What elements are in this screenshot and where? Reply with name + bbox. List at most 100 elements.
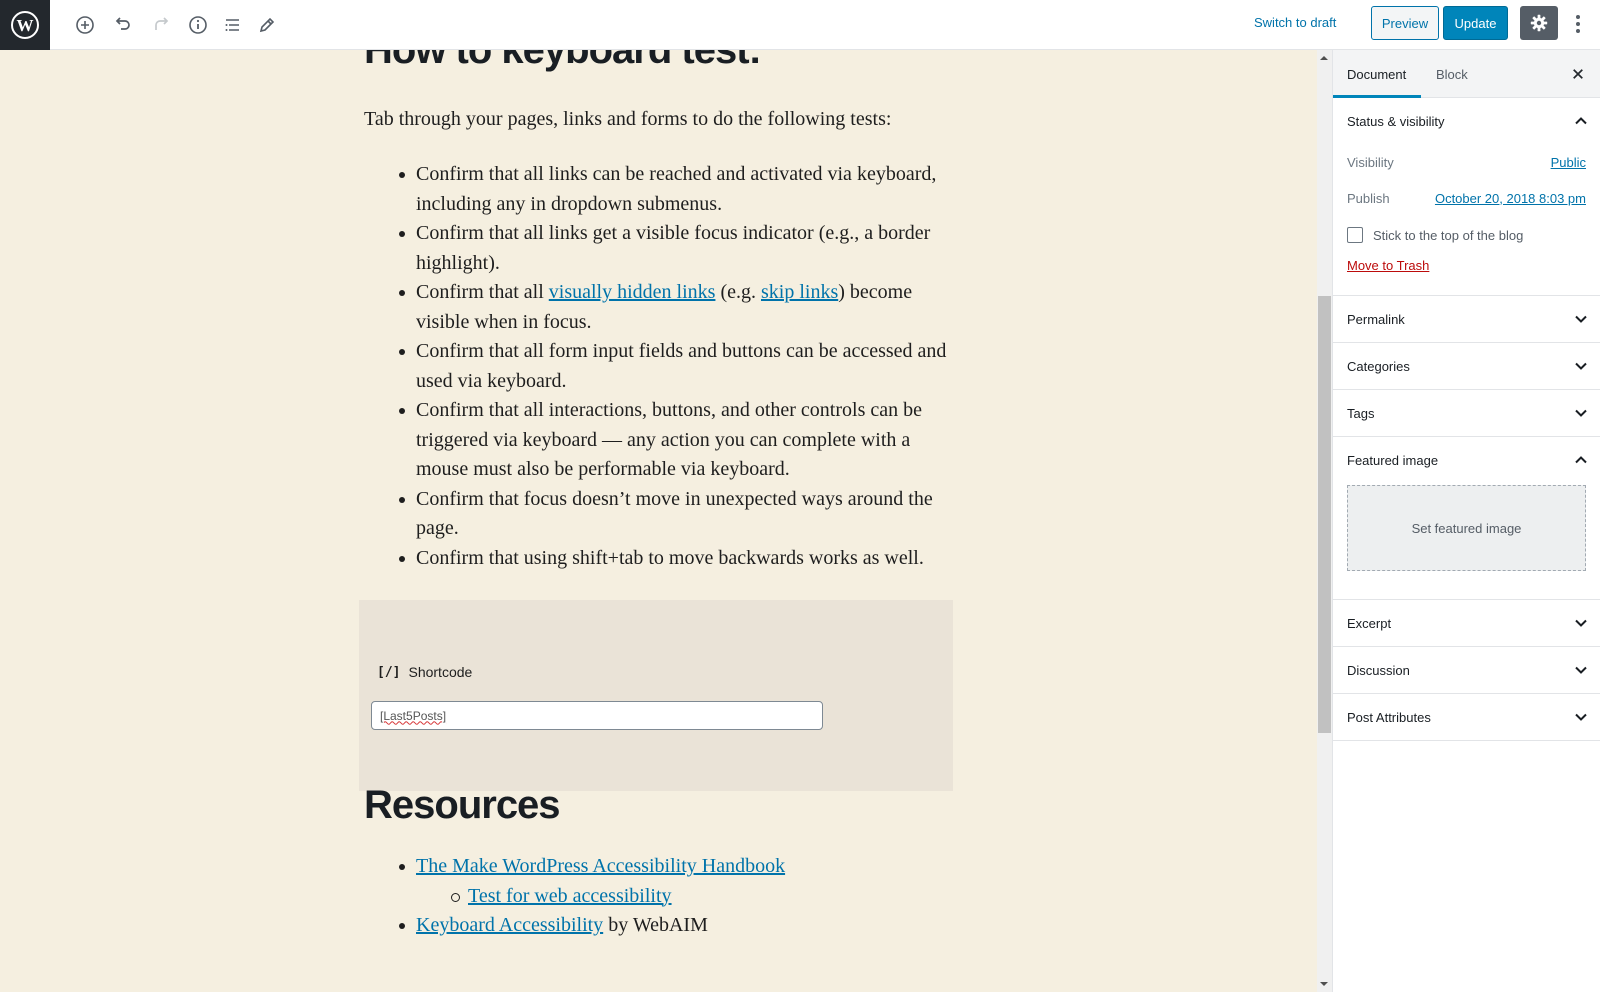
wordpress-logo-button[interactable]: W	[0, 0, 50, 50]
tab-document[interactable]: Document	[1347, 50, 1406, 98]
panel-title: Discussion	[1347, 662, 1410, 678]
shortcode-title: Shortcode	[408, 664, 473, 680]
list-item: Confirm that all visually hidden links (…	[399, 278, 961, 337]
visually-hidden-links-link[interactable]: visually hidden links	[549, 281, 716, 303]
shortcode-value: [Last5Posts]	[380, 708, 447, 723]
publish-date-link[interactable]: October 20, 2018 8:03 pm	[1435, 191, 1586, 206]
wordpress-logo-icon: W	[11, 11, 39, 39]
add-block-button[interactable]	[70, 10, 100, 40]
test-web-accessibility-link[interactable]: Test for web accessibility	[468, 885, 672, 907]
sidebar-tabs: Document Block	[1333, 50, 1600, 98]
keyboard-accessibility-link[interactable]: Keyboard Accessibility	[416, 914, 603, 936]
close-sidebar-button[interactable]	[1568, 64, 1588, 84]
list-item: Confirm that all links get a visible foc…	[399, 219, 961, 278]
panel-title: Permalink	[1347, 311, 1405, 327]
list-item-text: by WebAIM	[603, 914, 708, 936]
switch-to-draft-button[interactable]: Switch to draft	[1254, 15, 1336, 30]
panel-categories: Categories	[1333, 343, 1600, 390]
list-item: Confirm that using shift+tab to move bac…	[399, 544, 961, 574]
panel-featured-image: Featured image Set featured image	[1333, 437, 1600, 600]
shortcode-input[interactable]: [Last5Posts]	[371, 701, 823, 730]
panel-toggle-excerpt[interactable]: Excerpt	[1333, 600, 1600, 646]
editor-scrollbar[interactable]	[1317, 50, 1332, 992]
chevron-down-icon	[1575, 619, 1587, 627]
preview-button[interactable]: Preview	[1371, 6, 1439, 40]
panel-toggle-categories[interactable]: Categories	[1333, 343, 1600, 389]
panel-title: Excerpt	[1347, 615, 1392, 631]
redo-icon	[155, 17, 169, 30]
settings-sidebar: Document Block Status & visibility Visib…	[1332, 50, 1600, 992]
scroll-up-arrow-icon[interactable]	[1320, 56, 1328, 60]
block-navigation-button[interactable]	[218, 10, 248, 40]
shortcode-block[interactable]: [/] Shortcode [Last5Posts]	[359, 600, 953, 791]
heading-block[interactable]: How to keyboard test:	[364, 50, 762, 73]
panel-toggle-permalink[interactable]: Permalink	[1333, 296, 1600, 342]
tools-button[interactable]	[252, 10, 282, 40]
visibility-value-link[interactable]: Public	[1551, 155, 1586, 170]
undo-button[interactable]	[108, 10, 138, 40]
redo-button[interactable]	[146, 10, 176, 40]
paragraph-block[interactable]: Tab through your pages, links and forms …	[364, 105, 891, 135]
update-button[interactable]: Update	[1443, 6, 1508, 40]
chevron-up-icon	[1575, 117, 1587, 125]
visibility-label: Visibility	[1347, 154, 1394, 170]
panel-excerpt: Excerpt	[1333, 600, 1600, 647]
list-block[interactable]: Confirm that all links can be reached an…	[399, 160, 961, 574]
chevron-down-icon	[1575, 315, 1587, 323]
move-to-trash-link[interactable]: Move to Trash	[1347, 258, 1586, 281]
edit-tools-icon	[259, 17, 275, 33]
wp-accessibility-handbook-link[interactable]: The Make WordPress Accessibility Handboo…	[416, 855, 785, 877]
list-item-text: (e.g.	[715, 281, 761, 303]
add-block-icon	[76, 16, 94, 34]
gear-icon	[1530, 14, 1548, 32]
chevron-down-icon	[1575, 409, 1587, 417]
tab-block[interactable]: Block	[1436, 50, 1468, 98]
panel-body-featured-image: Set featured image	[1333, 485, 1600, 599]
set-featured-image-button[interactable]: Set featured image	[1347, 485, 1586, 571]
resources-list[interactable]: The Make WordPress Accessibility Handboo…	[399, 852, 976, 941]
close-icon	[1573, 69, 1583, 79]
outline-icon	[225, 19, 239, 31]
more-vertical-icon-dot	[1576, 15, 1580, 19]
svg-text:W: W	[17, 16, 34, 35]
panel-title: Post Attributes	[1347, 709, 1431, 725]
list-item: Confirm that all links can be reached an…	[399, 160, 961, 219]
sticky-checkbox[interactable]	[1347, 227, 1363, 243]
panel-discussion: Discussion	[1333, 647, 1600, 694]
more-vertical-icon-dot	[1576, 22, 1580, 26]
panel-title: Status & visibility	[1347, 113, 1445, 129]
shortcode-label: [/] Shortcode	[377, 664, 472, 680]
settings-button[interactable]	[1520, 6, 1558, 40]
chevron-up-icon	[1575, 456, 1587, 464]
skip-links-link[interactable]: skip links	[761, 281, 838, 303]
panel-toggle-post-attributes[interactable]: Post Attributes	[1333, 694, 1600, 740]
chevron-down-icon	[1575, 362, 1587, 370]
panel-toggle-featured-image[interactable]: Featured image	[1333, 437, 1600, 483]
sticky-label[interactable]: Stick to the top of the blog	[1373, 228, 1523, 243]
editor-canvas[interactable]: How to keyboard test: Tab through your p…	[0, 50, 1305, 992]
panel-permalink: Permalink	[1333, 296, 1600, 343]
panel-body-status: Visibility Public Publish October 20, 20…	[1333, 144, 1600, 295]
resources-heading[interactable]: Resources	[364, 783, 561, 828]
scroll-down-arrow-icon[interactable]	[1320, 982, 1328, 986]
list-item: Keyboard Accessibility by WebAIM	[399, 911, 976, 941]
sub-list-item: Test for web accessibility	[416, 882, 976, 912]
list-item: Confirm that all interactions, buttons, …	[399, 396, 961, 485]
more-options-button[interactable]	[1568, 10, 1588, 38]
list-item: Confirm that all form input fields and b…	[399, 337, 961, 396]
panel-title: Categories	[1347, 358, 1410, 374]
panel-toggle-status-visibility[interactable]: Status & visibility	[1333, 98, 1600, 144]
chevron-down-icon	[1575, 666, 1587, 674]
list-item-text: Confirm that all	[416, 281, 549, 303]
scrollbar-thumb[interactable]	[1318, 296, 1331, 733]
panel-toggle-tags[interactable]: Tags	[1333, 390, 1600, 436]
editor-header: W Switch to draft Preview Update	[0, 0, 1600, 50]
list-item: The Make WordPress Accessibility Handboo…	[399, 852, 976, 882]
undo-icon	[115, 17, 130, 30]
panel-toggle-discussion[interactable]: Discussion	[1333, 647, 1600, 693]
more-vertical-icon-dot	[1576, 29, 1580, 33]
panel-tags: Tags	[1333, 390, 1600, 437]
shortcode-icon: [/]	[377, 664, 401, 680]
info-button[interactable]	[183, 10, 213, 40]
visibility-row: Visibility Public	[1347, 144, 1586, 180]
